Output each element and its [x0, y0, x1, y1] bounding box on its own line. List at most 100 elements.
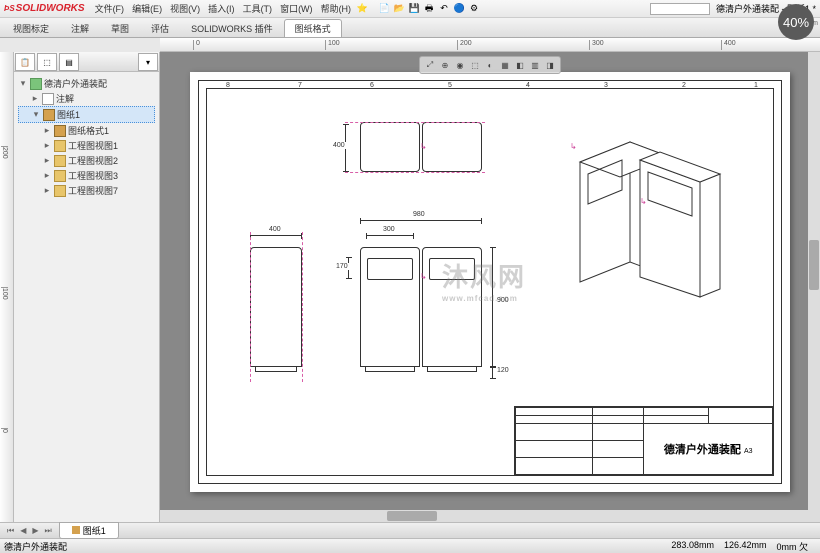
first-sheet-icon[interactable]: ⏮	[4, 526, 17, 536]
status-coord-y: 126.42mm	[724, 540, 767, 553]
horizontal-scrollbar[interactable]	[160, 510, 808, 522]
tab-sheetformat[interactable]: 图纸格式	[284, 19, 342, 37]
tree-sheet[interactable]: 图纸1	[57, 108, 80, 121]
feature-panel-tabs: 📋 ⬚ ▤ ▾	[14, 52, 159, 72]
rebuild-icon[interactable]: 🔵	[452, 2, 466, 16]
title-block: 德清户外通装配 A3	[514, 406, 774, 476]
drawing-title: 德清户外通装配	[664, 444, 741, 456]
tree-view1[interactable]: 工程图视图1	[68, 139, 118, 152]
origin-marker: ↳	[420, 142, 427, 151]
view-setting-icon[interactable]: ◨	[543, 58, 557, 72]
drawing-sheet[interactable]: 8 7 6 5 4 3 2 1 400 ↳ ↳ 400	[190, 72, 790, 492]
drawing-canvas[interactable]: ⤢ ⊕ ◉ ⬚ ◐ ▦ ◧ ▥ ◨ 8 7 6 5 4 3 2 1 400	[160, 52, 820, 522]
feature-tree[interactable]: ▾德清户外通装配 ▸注解 ▾图纸1 ▸图纸格式1 ▸工程图视图1 ▸工程图视图2…	[14, 72, 159, 202]
options-icon[interactable]: ⚙	[467, 2, 481, 16]
zone-label: 5	[448, 82, 452, 89]
search-input[interactable]	[650, 3, 710, 15]
menu-window[interactable]: 窗口(W)	[276, 2, 317, 15]
projection-line	[345, 172, 485, 173]
config-tab[interactable]: ▤	[59, 53, 79, 71]
top-view-left	[360, 122, 420, 172]
menu-file[interactable]: 文件(F)	[91, 2, 129, 15]
dim-400-top: 400	[345, 124, 346, 172]
sheet-nav-arrows: ⏮ ◀ ▶ ⏭	[4, 526, 55, 536]
menu-edit[interactable]: 编辑(E)	[128, 2, 166, 15]
tree-annotation[interactable]: 注解	[56, 92, 74, 105]
next-sheet-icon[interactable]: ▶	[29, 526, 41, 536]
ruler-tick: 0	[1, 428, 8, 433]
side-view	[250, 247, 302, 367]
front-view-left	[360, 247, 420, 367]
command-ribbon: 视图标定 注解 草图 评估 SOLIDWORKS 插件 图纸格式	[0, 18, 820, 38]
vertical-scrollbar[interactable]	[808, 52, 820, 522]
menu-bar: ϷSSOLIDWORKS 文件(F) 编辑(E) 视图(V) 插入(I) 工具(…	[0, 0, 820, 18]
new-icon[interactable]: 📄	[377, 2, 391, 16]
save-icon[interactable]: 💾	[407, 2, 421, 16]
perspective-icon[interactable]: ◧	[513, 58, 527, 72]
panel-dropdown[interactable]: ▾	[138, 53, 158, 71]
watermark: 沐风网 www.mfcad.com	[442, 257, 526, 303]
ruler-tick: 200	[457, 40, 472, 50]
dim-980: 980	[360, 220, 482, 221]
status-coord-z: 0mm 欠	[776, 540, 808, 553]
zone-label: 7	[298, 82, 302, 89]
status-bar: 德清户外通装配 283.08mm 126.42mm 0mm 欠	[0, 538, 820, 553]
scene-icon[interactable]: ▥	[528, 58, 542, 72]
dim-400-side: 400	[250, 235, 302, 236]
zone-label: 3	[604, 82, 608, 89]
prev-view-icon[interactable]: ◉	[453, 58, 467, 72]
hide-show-icon[interactable]: ▦	[498, 58, 512, 72]
dim-120: 120	[492, 367, 493, 379]
zoom-area-icon[interactable]: ⊕	[438, 58, 452, 72]
last-sheet-icon[interactable]: ⏭	[42, 526, 55, 536]
tree-format[interactable]: 图纸格式1	[68, 124, 109, 137]
status-doc-name: 德清户外通装配	[4, 540, 67, 553]
tab-addins[interactable]: SOLIDWORKS 插件	[180, 19, 284, 37]
feature-tree-tab[interactable]: 📋	[15, 53, 35, 71]
menu-help[interactable]: 帮助(H)	[317, 2, 356, 15]
menu-view[interactable]: 视图(V)	[166, 2, 204, 15]
open-icon[interactable]: 📂	[392, 2, 406, 16]
top-view-right	[422, 122, 482, 172]
sheet-tabs-bar: ⏮ ◀ ▶ ⏭ 图纸1	[0, 522, 820, 538]
dim-300: 300	[366, 235, 414, 236]
dim-170: 170	[348, 257, 349, 279]
tab-evaluate[interactable]: 评估	[140, 19, 180, 37]
zoom-fit-icon[interactable]: ⤢	[423, 58, 437, 72]
property-tab[interactable]: ⬚	[37, 53, 57, 71]
vertical-ruler: 0 100 200	[0, 52, 14, 522]
section-icon[interactable]: ⬚	[468, 58, 482, 72]
dropdown-icon[interactable]: ⭐	[355, 2, 369, 16]
display-icon[interactable]: ◐	[483, 58, 497, 72]
undo-icon[interactable]: ↶	[437, 2, 451, 16]
view-toolbar: ⤢ ⊕ ◉ ⬚ ◐ ▦ ◧ ▥ ◨	[419, 56, 561, 74]
horizontal-ruler: 0 100 200 300 400	[160, 38, 820, 52]
sheet-tab[interactable]: 图纸1	[59, 522, 119, 539]
tree-root[interactable]: 德清户外通装配	[44, 77, 107, 90]
ruler-tick: 0	[193, 40, 200, 50]
zone-label: 2	[682, 82, 686, 89]
ruler-tick: 300	[589, 40, 604, 50]
print-icon[interactable]: 🖶	[422, 2, 436, 16]
tab-sketch[interactable]: 草图	[100, 19, 140, 37]
feature-manager-panel: 📋 ⬚ ▤ ▾ ▾德清户外通装配 ▸注解 ▾图纸1 ▸图纸格式1 ▸工程图视图1…	[14, 52, 160, 522]
prev-sheet-icon[interactable]: ◀	[17, 526, 29, 536]
quick-access-toolbar: 📄 📂 💾 🖶 ↶ 🔵 ⚙	[377, 2, 481, 16]
origin-marker: ↳	[640, 197, 647, 206]
menu-tools[interactable]: 工具(T)	[239, 2, 277, 15]
origin-marker: ↳	[420, 272, 427, 281]
solidworks-logo: ϷSSOLIDWORKS	[4, 3, 85, 14]
projection-line	[250, 232, 251, 382]
projection-line	[345, 122, 485, 123]
isometric-view	[550, 112, 750, 302]
zone-label: 6	[370, 82, 374, 89]
tree-view3[interactable]: 工程图视图3	[68, 169, 118, 182]
zone-label: 4	[526, 82, 530, 89]
zone-label: 8	[226, 82, 230, 89]
tab-annotation[interactable]: 注解	[60, 19, 100, 37]
ruler-tick: 400	[721, 40, 736, 50]
tab-viewlayout[interactable]: 视图标定	[2, 19, 60, 37]
tree-view2[interactable]: 工程图视图2	[68, 154, 118, 167]
menu-insert[interactable]: 插入(I)	[204, 2, 239, 15]
tree-view7[interactable]: 工程图视图7	[68, 184, 118, 197]
